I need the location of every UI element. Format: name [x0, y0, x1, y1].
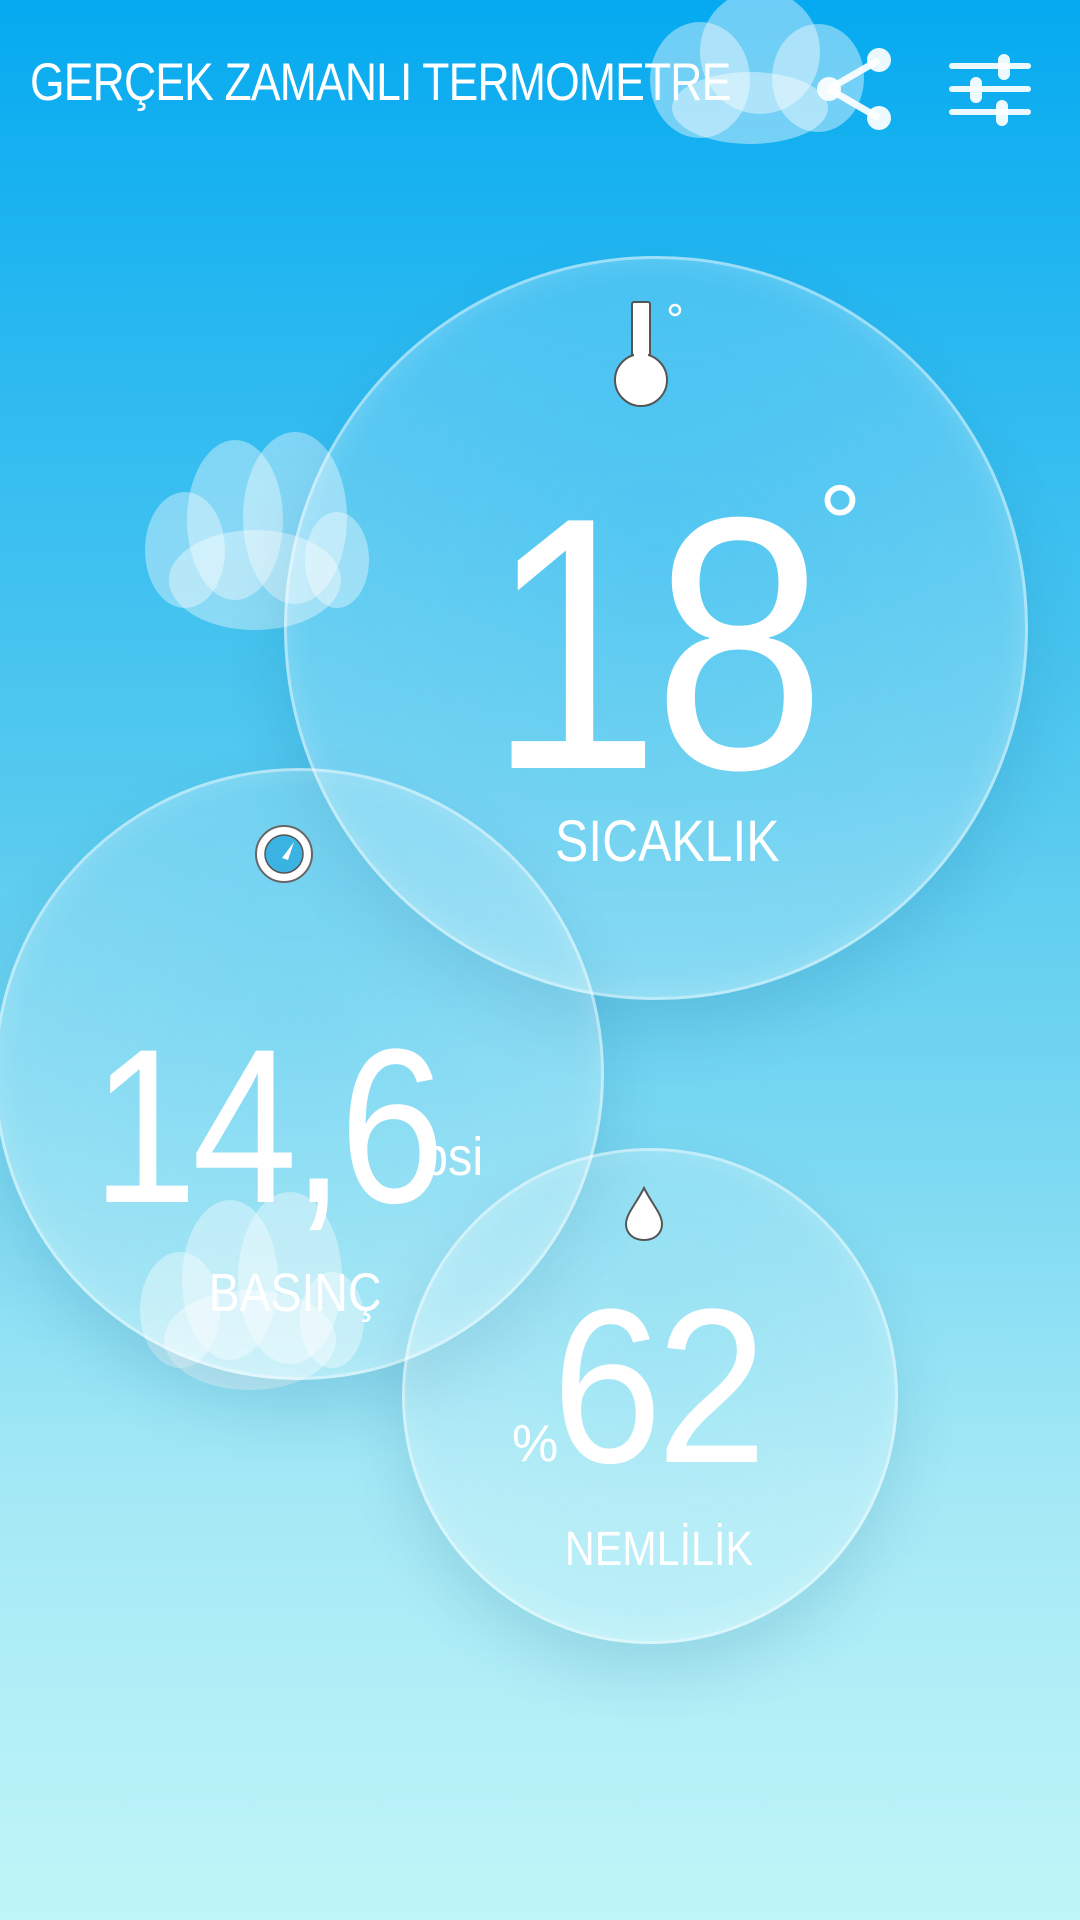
share-icon	[817, 48, 891, 130]
app-bar: GERÇEK ZAMANLI TERMOMETRE	[0, 0, 1080, 175]
gauge-icon	[255, 825, 313, 883]
share-button[interactable]	[815, 46, 895, 132]
temperature-unit: °	[818, 463, 862, 586]
humidity-value: 62	[552, 1263, 767, 1509]
tune-sliders-icon	[949, 54, 1031, 126]
thermometer-icon	[614, 301, 682, 407]
temperature-label: SICAKLIK	[554, 809, 780, 874]
settings-button[interactable]	[948, 46, 1032, 132]
app-title: GERÇEK ZAMANLI TERMOMETRE	[30, 53, 731, 112]
pressure-label: BASINÇ	[208, 1263, 382, 1323]
humidity-label: NEMLİLİK	[564, 1523, 754, 1576]
pressure-unit: psi	[421, 1127, 484, 1187]
water-drop-icon	[624, 1186, 664, 1242]
pressure-value: 14,6	[92, 1003, 445, 1249]
temperature-value: 18	[488, 443, 826, 845]
